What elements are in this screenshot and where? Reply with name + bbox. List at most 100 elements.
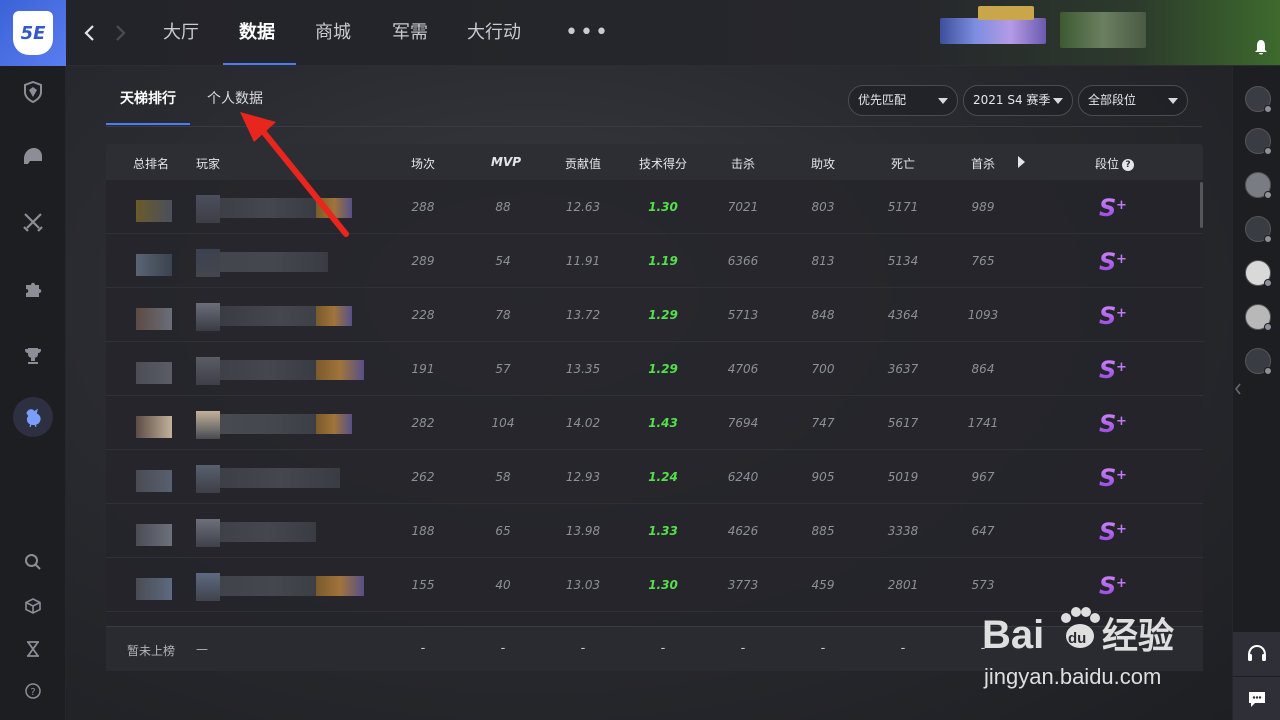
table-row[interactable]: 191 57 13.35 1.29 4706 700 3637 864 S +: [106, 342, 1203, 396]
cell-deaths: 5134: [887, 254, 919, 268]
customer-service-button[interactable]: [1233, 632, 1280, 676]
col-kills[interactable]: 击杀: [731, 155, 755, 172]
watermark-jingyan: 经验: [1102, 616, 1174, 657]
trophy-icon[interactable]: [17, 340, 49, 372]
table-row[interactable]: 282 104 14.02 1.43 7694 747 5617 1741 S +: [106, 396, 1203, 450]
chat-button[interactable]: [1233, 677, 1280, 720]
scroll-columns-right-icon[interactable]: [1018, 156, 1025, 168]
app-logo[interactable]: 5E: [0, 0, 66, 66]
player-name-blurred[interactable]: [220, 522, 316, 542]
logo-badge: 5E: [13, 11, 53, 55]
table-row[interactable]: 262 58 12.93 1.24 6240 905 5019 967 S +: [106, 450, 1203, 504]
tier-badge-s-plus: S +: [1099, 464, 1129, 492]
crossed-swords-icon[interactable]: [17, 206, 49, 238]
col-deaths[interactable]: 死亡: [891, 155, 915, 172]
player-name-blurred[interactable]: [220, 198, 316, 218]
player-avatar-blurred[interactable]: [196, 249, 220, 277]
my-matches: -: [420, 641, 426, 656]
subtab-active-underline: [106, 123, 190, 125]
bell-icon[interactable]: [1250, 36, 1272, 58]
cell-deaths: 4364: [887, 308, 919, 322]
back-arrow-icon[interactable]: [78, 22, 100, 44]
season-dropdown[interactable]: 2021 S4 赛季: [963, 85, 1073, 116]
player-name-blurred[interactable]: [220, 468, 340, 488]
user-name-blurred[interactable]: [940, 18, 1046, 44]
player-avatar-blurred[interactable]: [196, 195, 220, 223]
mode-dropdown[interactable]: 优先匹配: [848, 85, 958, 116]
player-name-blurred[interactable]: [220, 360, 316, 380]
col-contribution[interactable]: 贡献值: [565, 155, 601, 172]
nav-tab-shop[interactable]: 商城: [315, 0, 351, 66]
player-avatar-blurred[interactable]: [196, 411, 220, 439]
user-avatar-blurred[interactable]: [1060, 12, 1146, 48]
nav-tab-supply[interactable]: 军需: [392, 0, 428, 66]
svg-text:+: +: [1116, 576, 1127, 591]
cell-assists: 885: [811, 524, 835, 538]
tier-dropdown[interactable]: 全部段位: [1078, 85, 1188, 116]
headset-icon: [1248, 644, 1266, 661]
subtab-personal-data[interactable]: 个人数据: [207, 88, 263, 108]
col-skill[interactable]: 技术得分: [639, 155, 687, 172]
player-tag-blurred: [316, 414, 352, 434]
table-row[interactable]: 289 54 11.91 1.19 6366 813 5134 765 S +: [106, 234, 1203, 288]
status-dot: [1264, 235, 1272, 243]
subtab-ladder-ranking[interactable]: 天梯排行: [120, 88, 176, 108]
nav-tab-operation[interactable]: 大行动: [467, 0, 521, 66]
player-avatar-blurred[interactable]: [196, 357, 220, 385]
cell-deaths: 5171: [887, 200, 919, 214]
player-avatar-blurred[interactable]: [196, 465, 220, 493]
help-circle-icon[interactable]: ?: [17, 675, 49, 707]
col-mvp[interactable]: MVP: [491, 155, 521, 169]
player-name-blurred[interactable]: [220, 576, 328, 596]
my-kills: -: [740, 641, 746, 656]
cell-matches: 289: [411, 254, 435, 268]
rank-blurred: [136, 578, 172, 600]
table-row[interactable]: 188 65 13.98 1.33 4626 885 3338 647 S +: [106, 504, 1203, 558]
cell-mvp: 57: [495, 362, 511, 376]
cell-kills: 7694: [727, 416, 759, 430]
cell-kills: 6366: [727, 254, 759, 268]
search-icon[interactable]: [17, 546, 49, 578]
shield-icon[interactable]: [17, 76, 49, 108]
svg-text:S: S: [1099, 248, 1116, 274]
rank-blurred: [136, 416, 172, 438]
my-player-name: —: [196, 642, 208, 656]
chicken-icon[interactable]: [13, 397, 53, 437]
player-tag-blurred: [316, 576, 364, 596]
cell-matches: 191: [411, 362, 435, 376]
col-tier: 段位?: [1095, 155, 1135, 172]
nav-tab-lobby[interactable]: 大厅: [163, 0, 199, 66]
cell-first-kills: 864: [971, 362, 995, 376]
player-avatar-blurred[interactable]: [196, 303, 220, 331]
collapse-rail-icon[interactable]: [1233, 371, 1243, 407]
player-avatar-blurred[interactable]: [196, 573, 220, 601]
table-row[interactable]: 228 78 13.72 1.29 5713 848 4364 1093 S +: [106, 288, 1203, 342]
cell-assists: 905: [811, 470, 835, 484]
player-name-blurred[interactable]: [220, 252, 328, 272]
help-icon[interactable]: ?: [1122, 159, 1135, 171]
table-row[interactable]: 288 88 12.63 1.30 7021 803 5171 989 S +: [106, 180, 1203, 234]
helmet-icon[interactable]: [17, 140, 49, 172]
player-name-blurred[interactable]: [220, 414, 328, 434]
col-assists[interactable]: 助攻: [811, 155, 835, 172]
cell-deaths: 3637: [887, 362, 919, 376]
cube-icon[interactable]: [17, 590, 49, 622]
vip-badge: [978, 6, 1034, 20]
player-tag-blurred: [316, 360, 364, 380]
more-menu-button[interactable]: •••: [565, 20, 610, 45]
table-scrollbar[interactable]: [1200, 182, 1203, 228]
rank-blurred: [136, 362, 172, 384]
col-first-kills[interactable]: 首杀: [971, 155, 995, 172]
nav-tab-data[interactable]: 数据: [239, 0, 275, 66]
forward-arrow-icon[interactable]: [110, 22, 132, 44]
col-matches[interactable]: 场次: [411, 155, 435, 172]
cell-matches: 155: [411, 578, 435, 592]
cell-assists: 813: [811, 254, 835, 268]
status-dot: [1264, 147, 1272, 155]
puzzle-icon[interactable]: [17, 274, 49, 306]
hourglass-icon[interactable]: [17, 633, 49, 665]
watermark-bai: Bai: [982, 613, 1044, 657]
player-avatar-blurred[interactable]: [196, 519, 220, 547]
cell-mvp: 65: [495, 524, 511, 538]
chevron-down-icon: [938, 98, 948, 104]
